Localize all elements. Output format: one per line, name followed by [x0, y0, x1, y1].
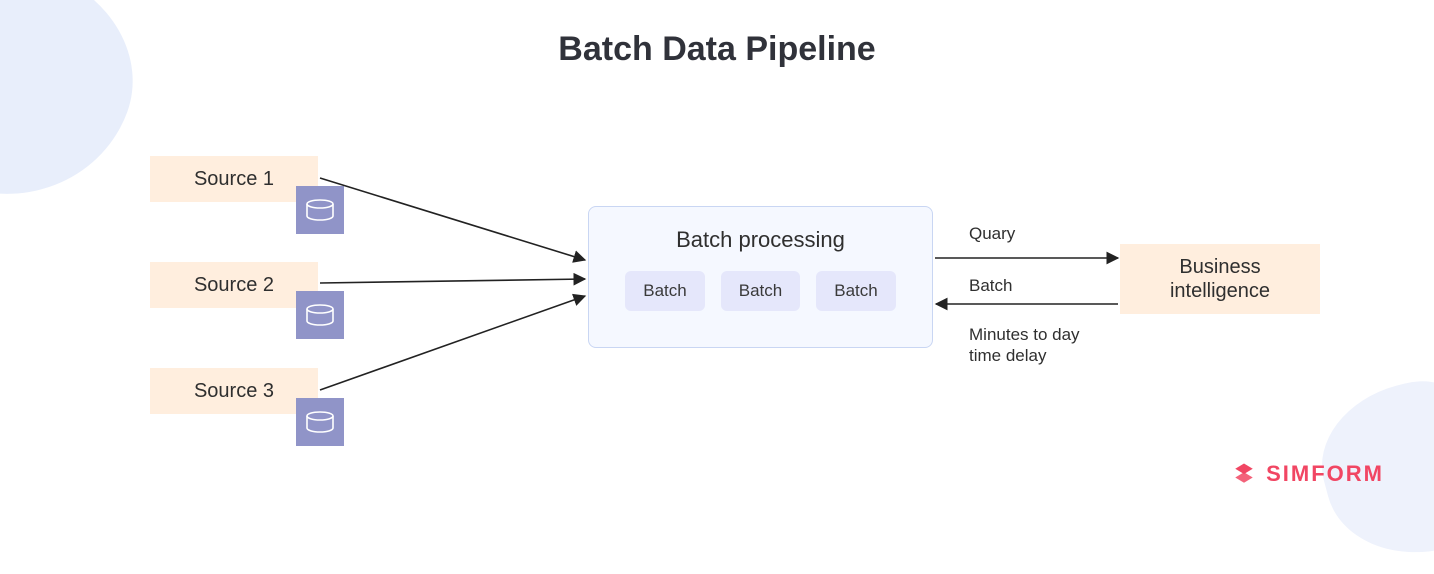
simform-logo-icon	[1230, 460, 1258, 488]
batch-processing-title: Batch processing	[611, 227, 910, 253]
annotation-batch: Batch	[969, 276, 1012, 296]
source-3-db-icon	[296, 398, 344, 446]
annotation-delay: Minutes to day time delay	[969, 324, 1080, 367]
bi-line1: Business	[1179, 255, 1260, 279]
arrow-source2-to-processing	[320, 279, 585, 283]
brand-name: SIMFORM	[1266, 461, 1384, 487]
annotation-delay-line1: Minutes to day	[969, 325, 1080, 344]
page-title: Batch Data Pipeline	[0, 30, 1434, 69]
batch-item-2: Batch	[721, 271, 800, 311]
annotation-delay-line2: time delay	[969, 346, 1046, 365]
source-1-db-icon	[296, 186, 344, 234]
source-3-label: Source 3	[194, 380, 274, 403]
arrow-source3-to-processing	[320, 296, 585, 390]
source-3-box: Source 3	[150, 368, 318, 414]
source-2-box: Source 2	[150, 262, 318, 308]
source-2-db-icon	[296, 291, 344, 339]
business-intelligence-box: Business intelligence	[1120, 244, 1320, 314]
brand-logo: SIMFORM	[1230, 460, 1384, 488]
annotation-query: Quary	[969, 224, 1015, 244]
source-1-label: Source 1	[194, 168, 274, 191]
bi-line2: intelligence	[1170, 279, 1270, 303]
batch-item-3: Batch	[816, 271, 895, 311]
batch-item-1: Batch	[625, 271, 704, 311]
arrow-source1-to-processing	[320, 178, 585, 260]
batch-processing-box: Batch processing Batch Batch Batch	[588, 206, 933, 348]
source-1-box: Source 1	[150, 156, 318, 202]
batch-row: Batch Batch Batch	[611, 271, 910, 311]
source-2-label: Source 2	[194, 274, 274, 297]
